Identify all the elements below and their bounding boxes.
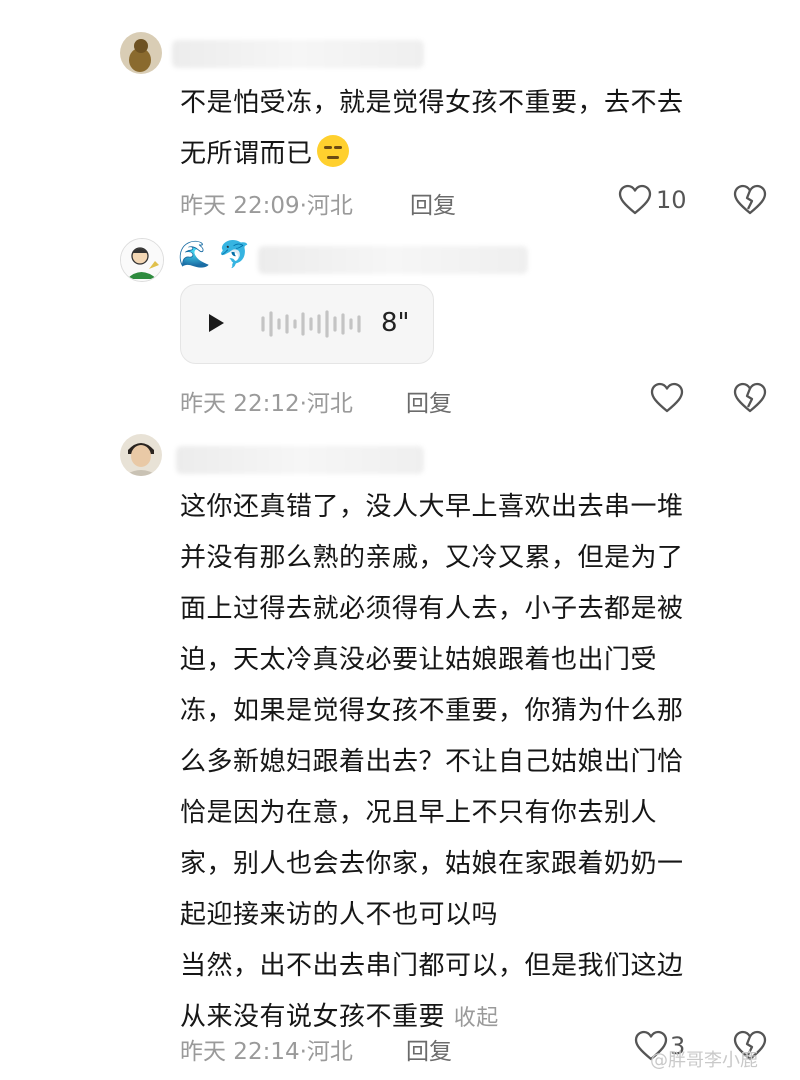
dolphin-emoji: 🐬 <box>218 240 251 270</box>
wave-emoji: 🌊 <box>178 240 211 270</box>
comment-line: 这你还真错了，没人大早上喜欢出去串一堆 <box>180 492 684 522</box>
comment-line: 不是怕受冻，就是觉得女孩不重要，去不去 <box>180 88 684 118</box>
voice-message[interactable]: 8" <box>180 284 434 364</box>
comment-line: 冻，如果是觉得女孩不重要，你猜为什么那 <box>180 696 684 726</box>
comment-line: 迫，天太冷真没必要让姑娘跟着也出门受 <box>180 645 658 675</box>
comment-meta: 昨天 22:14·河北 <box>180 1039 353 1065</box>
avatar[interactable] <box>120 238 164 282</box>
comment-meta: 昨天 22:12·河北 <box>180 391 353 417</box>
expressionless-face-icon <box>316 135 349 167</box>
comment-line: 无所谓而已 <box>180 129 780 180</box>
location: 河北 <box>306 193 353 219</box>
comment-line: 面上过得去就必须得有人去，小子去都是被 <box>180 594 684 624</box>
collapse-button[interactable]: 收起 <box>454 1006 499 1031</box>
reply-button[interactable]: 回复 <box>410 186 456 220</box>
comment-line: 当然，出不出去串门都可以，但是我们这边 <box>180 951 684 981</box>
comment-line: 起迎接来访的人不也可以吗 <box>180 900 499 930</box>
like-heart-icon[interactable] <box>650 382 684 418</box>
location: 河北 <box>306 1039 353 1065</box>
comment-line-text: 无所谓而已 <box>180 139 313 169</box>
username-redacted[interactable] <box>176 446 424 474</box>
username-redacted[interactable] <box>258 246 528 274</box>
timestamp: 昨天 22:12 <box>180 391 300 417</box>
voice-duration: 8" <box>381 308 410 338</box>
comment-meta: 昨天 22:09·河北 <box>180 193 353 219</box>
username-redacted[interactable] <box>172 40 424 68</box>
dislike-broken-heart-icon[interactable] <box>733 382 767 418</box>
comment-line: 么多新媳妇跟着出去？不让自己姑娘出门恰 <box>180 747 684 777</box>
avatar[interactable] <box>120 434 162 476</box>
comment-line-text: 从来没有说女孩不重要 <box>180 1002 446 1032</box>
comment-line: 并没有那么熟的亲戚，又冷又累，但是为了 <box>180 543 684 573</box>
comment-text: 这你还真错了，没人大早上喜欢出去串一堆 并没有那么熟的亲戚，又冷又累，但是为了 … <box>180 482 780 1044</box>
avatar[interactable] <box>120 32 162 74</box>
comment-line: 家，别人也会去你家，姑娘在家跟着奶奶一 <box>180 849 684 879</box>
timestamp: 昨天 22:09 <box>180 193 300 219</box>
location: 河北 <box>306 391 353 417</box>
timestamp: 昨天 22:14 <box>180 1039 300 1065</box>
audio-waveform-icon <box>253 307 369 345</box>
reply-button[interactable]: 回复 <box>406 1032 452 1066</box>
like-count: 10 <box>656 186 687 214</box>
reply-button[interactable]: 回复 <box>406 384 452 418</box>
watermark: @胖哥李小鹿 <box>650 1050 758 1071</box>
comment-line: 恰是因为在意，况且早上不只有你去别人 <box>180 798 658 828</box>
play-icon[interactable] <box>205 311 227 339</box>
like-heart-icon[interactable] <box>618 184 652 220</box>
dislike-broken-heart-icon[interactable] <box>733 184 767 220</box>
comment-text: 不是怕受冻，就是觉得女孩不重要，去不去 无所谓而已 <box>180 78 780 180</box>
